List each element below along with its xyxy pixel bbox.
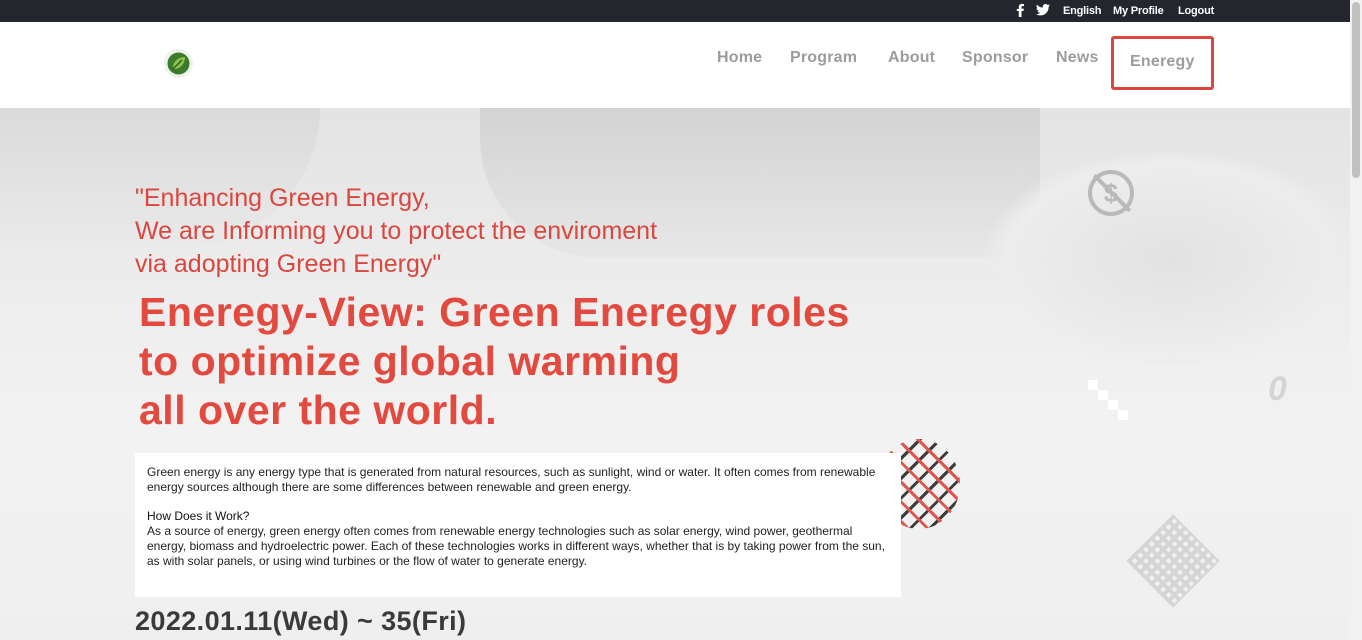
hero-quote: "Enhancing Green Energy, We are Informin…: [135, 182, 835, 281]
leaf-logo-icon: [167, 52, 190, 75]
zero-decoration-icon: 0: [1268, 370, 1287, 408]
hero-background-shape: [980, 148, 1350, 368]
site-logo[interactable]: [164, 49, 193, 78]
nav-program[interactable]: Program: [790, 49, 857, 67]
headline-line: all over the world.: [139, 387, 498, 433]
language-link[interactable]: English: [1063, 5, 1102, 17]
info-subheading: How Does it Work?: [147, 509, 250, 523]
nav-about[interactable]: About: [888, 49, 935, 67]
info-box: Green energy is any energy type that is …: [135, 453, 901, 597]
quote-line: We are Informing you to protect the envi…: [135, 217, 658, 245]
info-intro: Green energy is any energy type that is …: [147, 465, 876, 494]
nav-news[interactable]: News: [1056, 49, 1099, 67]
nav-energy[interactable]: Eneregy: [1130, 53, 1195, 71]
event-date: 2022.01.11(Wed) ~ 35(Fri): [135, 606, 467, 636]
twitter-icon[interactable]: [1036, 3, 1050, 21]
no-dollar-icon: $: [1088, 170, 1134, 216]
headline-line: to optimize global warming: [139, 338, 681, 384]
hero-headline: Eneregy-View: Green Eneregy roles to opt…: [139, 288, 959, 435]
top-bar: English My Profile Logout: [0, 0, 1350, 22]
logout-link[interactable]: Logout: [1178, 5, 1214, 17]
diamond-grid-decoration: [1126, 514, 1220, 608]
site-header: Home Program About Sponsor News Eneregy: [0, 22, 1350, 108]
quote-line: via adopting Green Energy": [135, 250, 442, 278]
facebook-icon[interactable]: [1015, 3, 1025, 22]
info-body: As a source of energy, green energy ofte…: [147, 524, 885, 568]
scrollbar-thumb[interactable]: [1352, 2, 1360, 178]
my-profile-link[interactable]: My Profile: [1113, 5, 1164, 17]
page-scrollbar[interactable]: [1350, 0, 1362, 640]
quote-line: "Enhancing Green Energy,: [135, 184, 430, 212]
nav-sponsor[interactable]: Sponsor: [962, 49, 1028, 67]
headline-line: Eneregy-View: Green Eneregy roles: [139, 289, 850, 335]
nav-home[interactable]: Home: [717, 49, 762, 67]
hero-section: $ 0 "Enhancing Green Energy, We are Info…: [0, 108, 1350, 640]
